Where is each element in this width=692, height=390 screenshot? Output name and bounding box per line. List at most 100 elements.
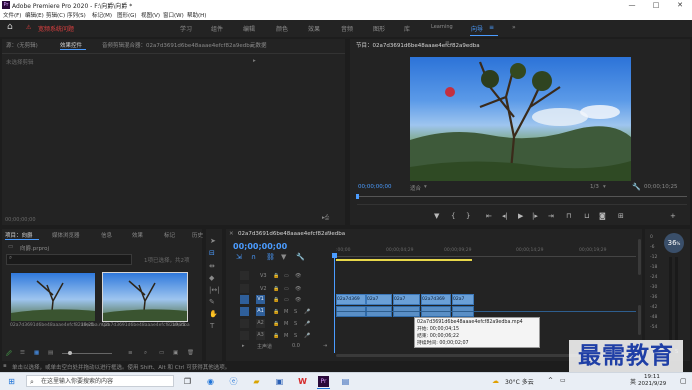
clock-date[interactable]: 2021/9/29: [638, 381, 666, 387]
microphone-icon[interactable]: 🎤: [304, 309, 310, 315]
wrench-icon[interactable]: 🔧: [296, 253, 305, 261]
lock-icon[interactable]: 🔒: [273, 286, 279, 292]
tray-expand-icon[interactable]: ^: [548, 377, 553, 384]
panel-menu-icon[interactable]: ≡: [445, 40, 450, 46]
add-marker-icon[interactable]: ▼: [434, 212, 439, 220]
step-forward-icon[interactable]: |▸: [532, 212, 538, 220]
file-explorer-icon[interactable]: ▰: [251, 376, 262, 387]
linked-selection-icon[interactable]: ⛓: [266, 253, 275, 261]
zoom-slider-handle[interactable]: [68, 351, 72, 355]
freeform-view-icon[interactable]: ▤: [48, 350, 53, 356]
program-title[interactable]: 节目：02a7d3691d6be48aaae4efcf82a9edba: [356, 41, 480, 49]
panel-menu-icon[interactable]: ≡: [326, 230, 331, 236]
ws-tab-learn[interactable]: 学习: [180, 24, 192, 33]
mute-button[interactable]: M: [284, 333, 288, 339]
program-playhead[interactable]: [356, 194, 359, 199]
list-view-icon[interactable]: ☰: [20, 350, 25, 356]
tab-project[interactable]: 项目：向爵: [5, 231, 33, 239]
ws-tab-learning[interactable]: Learning: [431, 24, 453, 30]
menu-sequence[interactable]: 序列(S): [67, 11, 86, 19]
video-clip[interactable]: 02a7: [366, 294, 392, 305]
tab-media-browser[interactable]: 媒体浏览器: [52, 231, 80, 239]
mark-in-icon[interactable]: {: [451, 212, 455, 220]
video-clip[interactable]: 02a7d369: [336, 294, 366, 305]
project-item-name[interactable]: 02a7d3691d6be48aaae4efcf82a9edba.mp4: [10, 323, 109, 328]
program-video-frame[interactable]: [410, 57, 631, 181]
menu-file[interactable]: 文件(F): [3, 11, 21, 19]
selection-tool-icon[interactable]: ➤: [210, 237, 216, 245]
go-to-in-icon[interactable]: ⇤: [486, 212, 492, 220]
slip-tool-icon[interactable]: |↔|: [209, 286, 220, 294]
track-target-v3[interactable]: [240, 271, 249, 280]
eye-icon[interactable]: 👁: [295, 273, 301, 279]
minimize-button[interactable]: —: [620, 0, 644, 10]
menu-view[interactable]: 视图(V): [141, 11, 160, 19]
chevron-down-icon[interactable]: ▾: [603, 184, 606, 190]
track-label-v2[interactable]: V2: [260, 286, 267, 292]
menu-window[interactable]: 窗口(W): [163, 11, 184, 19]
type-tool-icon[interactable]: T: [210, 322, 214, 330]
program-playhead-timecode[interactable]: 00;00;00;00: [358, 184, 392, 190]
lock-icon[interactable]: 🔒: [273, 273, 279, 279]
track-target-v1[interactable]: [240, 295, 249, 304]
track-label-v1[interactable]: V1: [256, 295, 265, 304]
chevron-down-icon[interactable]: ▾: [424, 184, 427, 190]
microphone-icon[interactable]: 🎤: [304, 333, 310, 339]
home-icon[interactable]: ⌂: [7, 22, 13, 32]
sync-icon[interactable]: ▭: [284, 297, 289, 303]
razor-tool-icon[interactable]: ◆: [209, 274, 214, 282]
close-button[interactable]: ✕: [668, 0, 692, 10]
master-track-toggle[interactable]: ▸: [242, 343, 245, 349]
system-alert-text[interactable]: 宽频系统问题: [38, 24, 74, 33]
ws-tab-assembly[interactable]: 组件: [211, 24, 223, 33]
ws-tab-wizard[interactable]: 向导: [471, 24, 483, 33]
weather-text[interactable]: 30°C 多云: [505, 377, 534, 386]
store-icon[interactable]: ▣: [274, 376, 285, 387]
project-item-thumbnail[interactable]: [10, 272, 96, 322]
tab-effect-controls[interactable]: 效果控件: [60, 41, 82, 49]
timeline-playhead[interactable]: [334, 253, 335, 353]
wps-icon[interactable]: W: [297, 376, 308, 387]
track-label-a3[interactable]: A3: [256, 331, 265, 340]
sort-icon[interactable]: ≡: [128, 350, 133, 356]
tab-markers[interactable]: 标记: [164, 231, 175, 239]
task-view-icon[interactable]: ❐: [182, 376, 193, 387]
ws-menu-icon[interactable]: ≡: [489, 24, 494, 31]
maximize-button[interactable]: □: [644, 0, 668, 10]
add-button-icon[interactable]: +: [670, 212, 676, 220]
nest-icon[interactable]: ⇲: [236, 253, 242, 261]
resolution-dropdown[interactable]: 1/3: [590, 184, 599, 190]
solo-button[interactable]: S: [294, 321, 297, 327]
lock-icon[interactable]: 🔒: [273, 297, 279, 303]
ws-tab-color[interactable]: 颜色: [276, 24, 288, 33]
play-icon[interactable]: ▶: [518, 212, 523, 220]
menu-edit[interactable]: 编辑(E): [25, 11, 44, 19]
sync-icon[interactable]: ▭: [284, 273, 289, 279]
vertical-scrollbar[interactable]: [638, 239, 641, 275]
track-target-v2[interactable]: [240, 284, 249, 293]
trash-icon[interactable]: 🗑: [187, 350, 194, 356]
mute-button[interactable]: M: [284, 321, 288, 327]
eye-icon[interactable]: 👁: [295, 286, 301, 292]
project-item-thumbnail[interactable]: [102, 272, 188, 322]
ime-indicator[interactable]: 英: [630, 377, 636, 386]
step-back-icon[interactable]: ◂|: [502, 212, 508, 220]
ripple-edit-tool-icon[interactable]: ⇹: [209, 262, 215, 270]
clock-time[interactable]: 19:11: [644, 374, 660, 380]
camera-icon[interactable]: ◙: [599, 212, 606, 220]
taskbar-search-input[interactable]: ⌕ 在这里输入你要搜索的内容: [26, 375, 174, 387]
extract-icon[interactable]: ⊔: [584, 212, 589, 220]
pen-tool-icon[interactable]: ✎: [209, 298, 215, 306]
track-target-a1[interactable]: [240, 307, 249, 316]
edge-icon[interactable]: ◉: [205, 376, 216, 387]
lock-icon[interactable]: 🔒: [273, 333, 279, 339]
track-label-v3[interactable]: V3: [260, 273, 267, 279]
hand-tool-icon[interactable]: ✋: [209, 310, 218, 318]
menu-clip[interactable]: 剪辑(C): [46, 11, 65, 19]
close-icon[interactable]: ✕: [229, 231, 234, 237]
notification-icon[interactable]: ▢: [680, 377, 687, 385]
microphone-icon[interactable]: 🎤: [304, 321, 310, 327]
work-area-bar[interactable]: [336, 259, 472, 261]
program-scrub-bar[interactable]: [357, 196, 687, 197]
snap-icon[interactable]: ∩: [251, 253, 256, 261]
